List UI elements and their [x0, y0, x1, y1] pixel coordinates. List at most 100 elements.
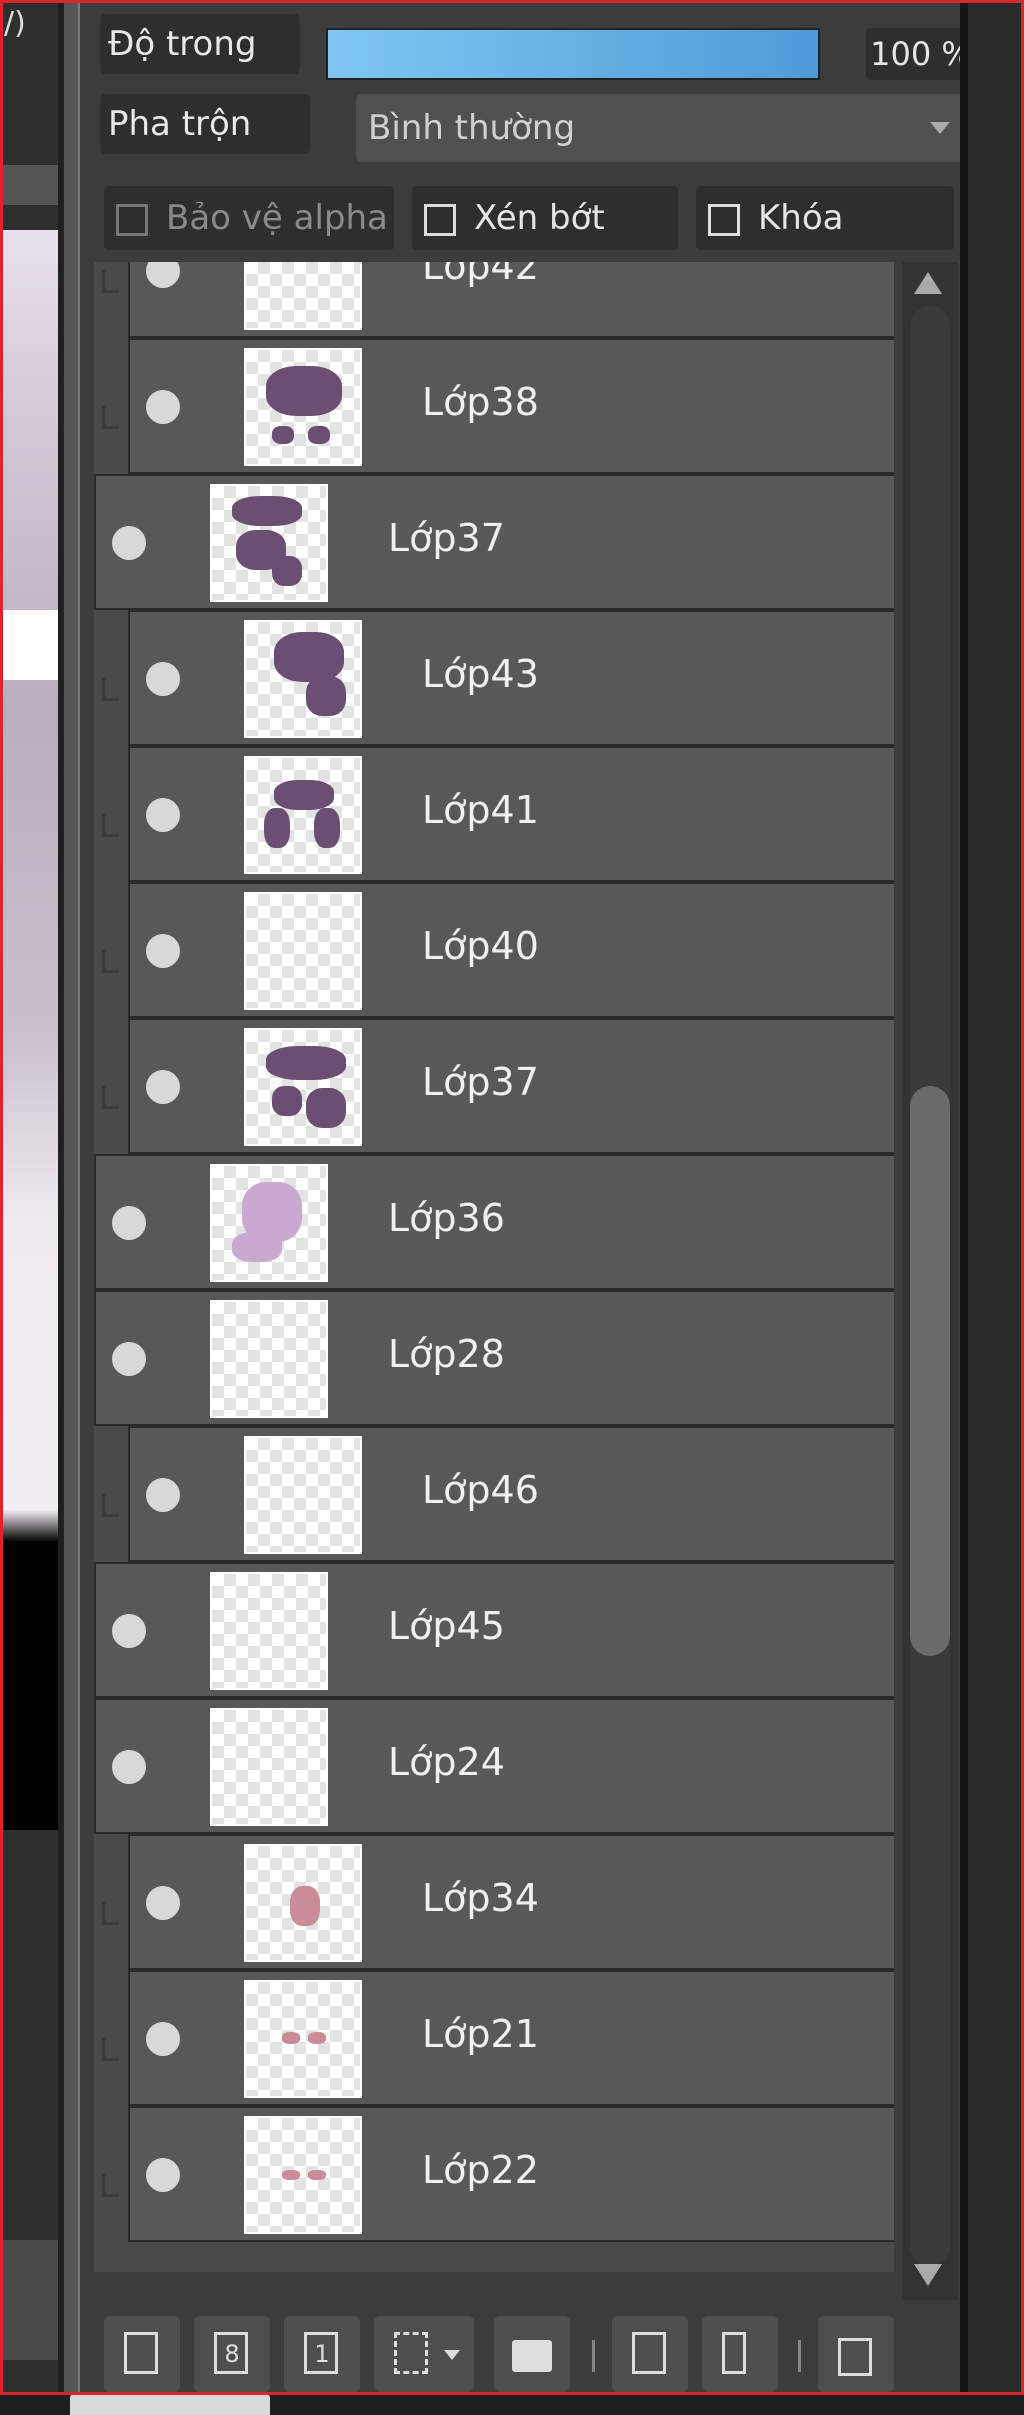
clipping-indicator-icon: [94, 882, 128, 1018]
layer-thumbnail: [244, 1436, 362, 1554]
layer-row[interactable]: Lớp38: [128, 338, 894, 474]
visibility-eye-icon[interactable]: [146, 798, 180, 832]
visibility-eye-icon[interactable]: [112, 1206, 146, 1240]
layer-row[interactable]: Lớp40: [128, 882, 894, 1018]
layer-8bit-label: 8: [224, 2340, 240, 2368]
layer-row[interactable]: Lớp37: [128, 1018, 894, 1154]
duplicate-layer-button[interactable]: [612, 2316, 688, 2392]
protect-alpha-label: Bảo vệ alpha: [166, 198, 388, 238]
chevron-down-icon: [444, 2350, 460, 2360]
scroll-thumb[interactable]: [910, 1086, 950, 1656]
layer-row[interactable]: Lớp42: [128, 262, 894, 338]
clip-label: Xén bớt: [474, 198, 605, 238]
layer-thumbnail: [244, 1844, 362, 1962]
lock-checkbox[interactable]: Khóa: [696, 186, 954, 250]
layer-thumbnail: [210, 1708, 328, 1826]
canvas-area[interactable]: /): [0, 0, 62, 2415]
visibility-eye-icon[interactable]: [146, 1070, 180, 1104]
visibility-eye-icon[interactable]: [146, 390, 180, 424]
layer-thumbnail: [210, 1572, 328, 1690]
layer-name: Lớp37: [388, 516, 505, 560]
visibility-eye-icon[interactable]: [146, 2022, 180, 2056]
add-layer-dropdown-icon: [394, 2332, 428, 2374]
chevron-down-icon: [930, 122, 950, 134]
opacity-row: Độ trong 100 %: [100, 14, 976, 86]
lock-label: Khóa: [758, 198, 844, 238]
visibility-eye-icon[interactable]: [112, 1342, 146, 1376]
layer-name: Lớp36: [388, 1196, 505, 1240]
layer-1bit-label: 1: [314, 2340, 330, 2368]
canvas-top-text: /): [4, 6, 26, 41]
clip-checkbox[interactable]: Xén bớt: [412, 186, 678, 250]
visibility-eye-icon[interactable]: [146, 1478, 180, 1512]
visibility-eye-icon[interactable]: [146, 1886, 180, 1920]
folder-icon: [512, 2340, 552, 2372]
blend-mode-select[interactable]: Bình thường: [356, 94, 970, 162]
layer-name: Lớp37: [422, 1060, 539, 1104]
layer-name: Lớp40: [422, 924, 539, 968]
clipping-indicator-icon: [94, 338, 128, 474]
layer-row[interactable]: Lớp22: [128, 2106, 894, 2242]
new-layer-icon: [124, 2332, 158, 2374]
layer-row[interactable]: Lớp45: [94, 1562, 894, 1698]
layer-row[interactable]: Lớp36: [94, 1154, 894, 1290]
visibility-eye-icon[interactable]: [146, 2158, 180, 2192]
layer-row[interactable]: Lớp28: [94, 1290, 894, 1426]
layer-name: Lớp22: [422, 2148, 539, 2192]
protect-alpha-checkbox[interactable]: Bảo vệ alpha: [104, 186, 394, 250]
layer-name: Lớp34: [422, 1876, 539, 1920]
layer-row[interactable]: Lớp21: [128, 1970, 894, 2106]
layer-name: Lớp42: [422, 262, 539, 288]
scroll-track[interactable]: [910, 306, 950, 2266]
add-layer-dropdown-button[interactable]: [374, 2316, 474, 2392]
layer-name: Lớp38: [422, 380, 539, 424]
new-1bit-layer-button[interactable]: 1: [284, 2316, 360, 2392]
visibility-eye-icon[interactable]: [146, 262, 180, 288]
layer-name: Lớp24: [388, 1740, 505, 1784]
checkbox-icon: [424, 204, 456, 236]
layer-row[interactable]: Lớp37: [94, 474, 894, 610]
layer-thumbnail: [210, 1300, 328, 1418]
visibility-eye-icon[interactable]: [112, 526, 146, 560]
delete-layer-button[interactable]: [818, 2316, 894, 2392]
clipping-indicator-icon: [94, 1018, 128, 1154]
layer-name: Lớp28: [388, 1332, 505, 1376]
layer-thumbnail: [244, 620, 362, 738]
scroll-down-icon[interactable]: [914, 2264, 942, 2286]
layer-thumbnail: [210, 1164, 328, 1282]
visibility-eye-icon[interactable]: [112, 1750, 146, 1784]
layer-row[interactable]: Lớp24: [94, 1698, 894, 1834]
clipping-indicator-icon: [94, 610, 128, 746]
layer-row[interactable]: Lớp46: [128, 1426, 894, 1562]
layer-row[interactable]: Lớp34: [128, 1834, 894, 1970]
visibility-eye-icon[interactable]: [146, 934, 180, 968]
layer-thumbnail: [244, 892, 362, 1010]
layer-name: Lớp41: [422, 788, 539, 832]
layer-thumbnail: [244, 1980, 362, 2098]
layer-panel: Độ trong 100 % Pha trộn Bình thường Bảo …: [80, 0, 976, 2415]
checkbox-icon: [116, 204, 148, 236]
taskbar-tab[interactable]: [70, 2394, 270, 2415]
new-layer-button[interactable]: [104, 2316, 180, 2392]
new-folder-button[interactable]: [494, 2316, 570, 2392]
toolbar-divider: [592, 2340, 595, 2372]
visibility-eye-icon[interactable]: [112, 1614, 146, 1648]
panel-splitter[interactable]: [62, 0, 80, 2415]
merge-layer-button[interactable]: [702, 2316, 778, 2392]
taskbar-strip: [0, 2392, 1024, 2415]
new-8bit-layer-button[interactable]: 8: [194, 2316, 270, 2392]
layer-row[interactable]: Lớp43: [128, 610, 894, 746]
canvas-lower-strip: [0, 2240, 62, 2360]
layer-thumbnail: [244, 756, 362, 874]
canvas-artwork: [0, 230, 62, 1830]
duplicate-icon: [632, 2332, 666, 2374]
clipping-indicator-icon: [94, 746, 128, 882]
visibility-eye-icon[interactable]: [146, 662, 180, 696]
layer-row[interactable]: Lớp41: [128, 746, 894, 882]
layer-list-scrollbar[interactable]: [902, 262, 958, 2302]
opacity-slider[interactable]: [326, 28, 820, 80]
scroll-up-icon[interactable]: [914, 272, 942, 294]
layer-list[interactable]: Lớp42 Lớp38 Lớp37 Lớp43 Lớp41 Lớp40 Lớp37 Lớp36…: [94, 262, 894, 2272]
trash-icon: [838, 2338, 872, 2376]
layer-name: Lớp21: [422, 2012, 539, 2056]
